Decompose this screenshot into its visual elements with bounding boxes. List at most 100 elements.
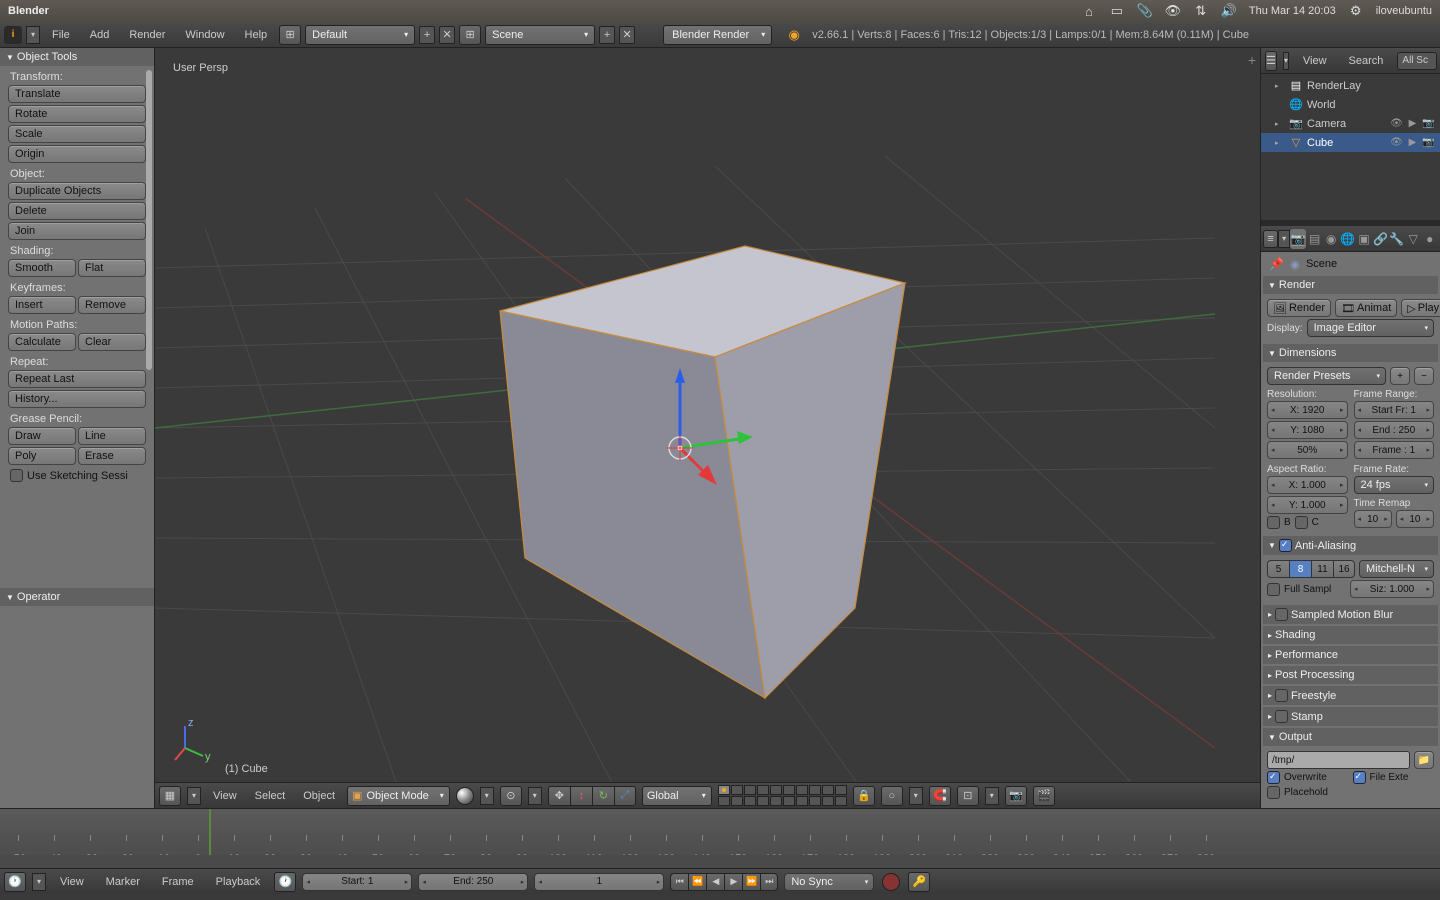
preset-add-button[interactable]: +	[1390, 367, 1410, 385]
scene-browse-icon[interactable]: ⊞	[459, 25, 481, 45]
clock[interactable]: Thu Mar 14 20:03	[1249, 5, 1336, 17]
auto-keyframe-icon[interactable]	[882, 873, 900, 891]
layer-19[interactable]	[822, 796, 834, 806]
scene-delete-button[interactable]: ✕	[619, 26, 635, 44]
layer-13[interactable]	[744, 796, 756, 806]
prop-editor-dd[interactable]: ▾	[1278, 230, 1290, 248]
sync-mode-select[interactable]: No Sync	[784, 873, 874, 891]
aa-filter-select[interactable]: Mitchell-N	[1359, 560, 1434, 578]
tree-world[interactable]: 🌐World	[1261, 95, 1440, 114]
flat-button[interactable]: Flat	[78, 259, 146, 277]
end-frame-field[interactable]: End : 250	[1354, 421, 1435, 439]
shading-mode-icon[interactable]	[456, 787, 474, 805]
menu-add[interactable]: Add	[82, 25, 118, 45]
scale-manip-icon[interactable]: ⤢	[614, 786, 636, 806]
jump-end-icon[interactable]: ⏭	[760, 873, 778, 891]
tab-material[interactable]: ●	[1422, 229, 1438, 249]
repeat-last-button[interactable]: Repeat Last	[8, 370, 146, 388]
vp-menu-select[interactable]: Select	[249, 787, 292, 805]
outliner-view[interactable]: View	[1295, 51, 1335, 71]
user-name[interactable]: iloveubuntu	[1376, 5, 1432, 17]
tab-data[interactable]: ▽	[1405, 229, 1421, 249]
overwrite-checkbox[interactable]	[1267, 771, 1280, 784]
delete-button[interactable]: Delete	[8, 202, 146, 220]
end-frame-input[interactable]: End: 250	[418, 873, 528, 891]
proportional-icon[interactable]: ○	[881, 786, 903, 806]
layer-4[interactable]	[757, 785, 769, 795]
pin-icon[interactable]: 📌	[1269, 257, 1284, 271]
smb-panel-header[interactable]: ▸Sampled Motion Blur	[1263, 605, 1438, 624]
play-reverse-icon[interactable]: ◀	[706, 873, 724, 891]
layer-2[interactable]	[731, 785, 743, 795]
scene-select[interactable]: Scene	[485, 25, 595, 45]
timeline-ruler[interactable]: -50-40-30-20-100102030405060708090100110…	[0, 809, 1440, 855]
insert-keyframe-button[interactable]: Insert	[8, 296, 76, 314]
layer-16[interactable]	[783, 796, 795, 806]
cam-visible-icon[interactable]: 👁	[1389, 117, 1404, 130]
use-sketching-checkbox[interactable]: Use Sketching Sessi	[8, 467, 146, 484]
aspect-y-field[interactable]: Y: 1.000	[1267, 496, 1348, 514]
tree-renderlayers[interactable]: ▸▤RenderLay	[1261, 76, 1440, 95]
mode-select[interactable]: ▣ Object Mode	[347, 786, 450, 806]
proportional-dropdown[interactable]: ▾	[909, 787, 923, 805]
aa-size-field[interactable]: Siz: 1.000	[1350, 580, 1434, 598]
tree-cube[interactable]: ▸▽Cube 👁▶📷	[1261, 133, 1440, 152]
aa-16[interactable]: 16	[1333, 560, 1355, 578]
editor-type-dropdown[interactable]: ▾	[26, 26, 40, 44]
render-panel-header[interactable]: ▼Render	[1263, 276, 1438, 294]
keyframe-prev-icon[interactable]: ⏪	[688, 873, 706, 891]
tl-menu-marker[interactable]: Marker	[98, 872, 148, 892]
fps-select[interactable]: 24 fps	[1354, 476, 1435, 494]
tab-constraints[interactable]: 🔗	[1372, 229, 1388, 249]
play-button[interactable]: ▷Play	[1401, 299, 1440, 317]
aa-8[interactable]: 8	[1289, 560, 1311, 578]
duplicate-button[interactable]: Duplicate Objects	[8, 182, 146, 200]
tl-menu-playback[interactable]: Playback	[208, 872, 269, 892]
freestyle-panel-header[interactable]: ▸Freestyle	[1263, 686, 1438, 705]
layer-18[interactable]	[809, 796, 821, 806]
outliner-search[interactable]: Search	[1341, 51, 1392, 71]
gp-line-button[interactable]: Line	[78, 427, 146, 445]
vp-menu-object[interactable]: Object	[297, 787, 341, 805]
start-frame-input[interactable]: Start: 1	[302, 873, 412, 891]
remove-keyframe-button[interactable]: Remove	[78, 296, 146, 314]
crop-checkbox[interactable]	[1295, 516, 1308, 529]
layer-9[interactable]	[822, 785, 834, 795]
preset-remove-button[interactable]: −	[1414, 367, 1434, 385]
gp-poly-button[interactable]: Poly	[8, 447, 76, 465]
layer-20[interactable]	[835, 796, 847, 806]
join-button[interactable]: Join	[8, 222, 146, 240]
keyframe-next-icon[interactable]: ⏩	[742, 873, 760, 891]
frame-step-field[interactable]: Frame : 1	[1354, 441, 1435, 459]
pivot-icon[interactable]: ⊙	[500, 786, 522, 806]
timeline-type-dd[interactable]: ▾	[32, 873, 46, 891]
render-anim-icon[interactable]: 🎬	[1033, 786, 1055, 806]
layer-7[interactable]	[796, 785, 808, 795]
full-sample-checkbox[interactable]	[1267, 583, 1280, 596]
split-area-handle[interactable]: +	[1248, 52, 1256, 68]
performance-panel-header[interactable]: ▸Performance	[1263, 646, 1438, 664]
aa-11[interactable]: 11	[1311, 560, 1333, 578]
stamp-checkbox[interactable]	[1275, 710, 1288, 723]
output-panel-header[interactable]: ▼Output	[1263, 728, 1438, 746]
outliner-type-icon[interactable]: ☰	[1265, 51, 1277, 71]
render-button[interactable]: 🖼Render	[1267, 299, 1331, 317]
outliner-type-dd[interactable]: ▾	[1283, 52, 1289, 70]
aa-enable-checkbox[interactable]	[1279, 539, 1292, 552]
calculate-button[interactable]: Calculate	[8, 333, 76, 351]
translate-manip-icon[interactable]: ↕	[570, 786, 592, 806]
layer-14[interactable]	[757, 796, 769, 806]
timeline-type-icon[interactable]: 🕐	[4, 872, 26, 892]
translate-button[interactable]: Translate	[8, 85, 146, 103]
tl-menu-frame[interactable]: Frame	[154, 872, 202, 892]
output-path-field[interactable]: /tmp/	[1267, 751, 1410, 769]
manipulator-toggle-icon[interactable]: ✥	[548, 786, 570, 806]
shading-panel-header[interactable]: ▸Shading	[1263, 626, 1438, 644]
use-preview-range-icon[interactable]: 🕐	[274, 872, 296, 892]
eye-icon[interactable]: 👁	[1165, 3, 1181, 19]
gear-icon[interactable]: ⚙	[1348, 3, 1364, 19]
menu-help[interactable]: Help	[237, 25, 276, 45]
snap-type-icon[interactable]: ⊡	[957, 786, 979, 806]
jump-start-icon[interactable]: ⏮	[670, 873, 688, 891]
layer-17[interactable]	[796, 796, 808, 806]
